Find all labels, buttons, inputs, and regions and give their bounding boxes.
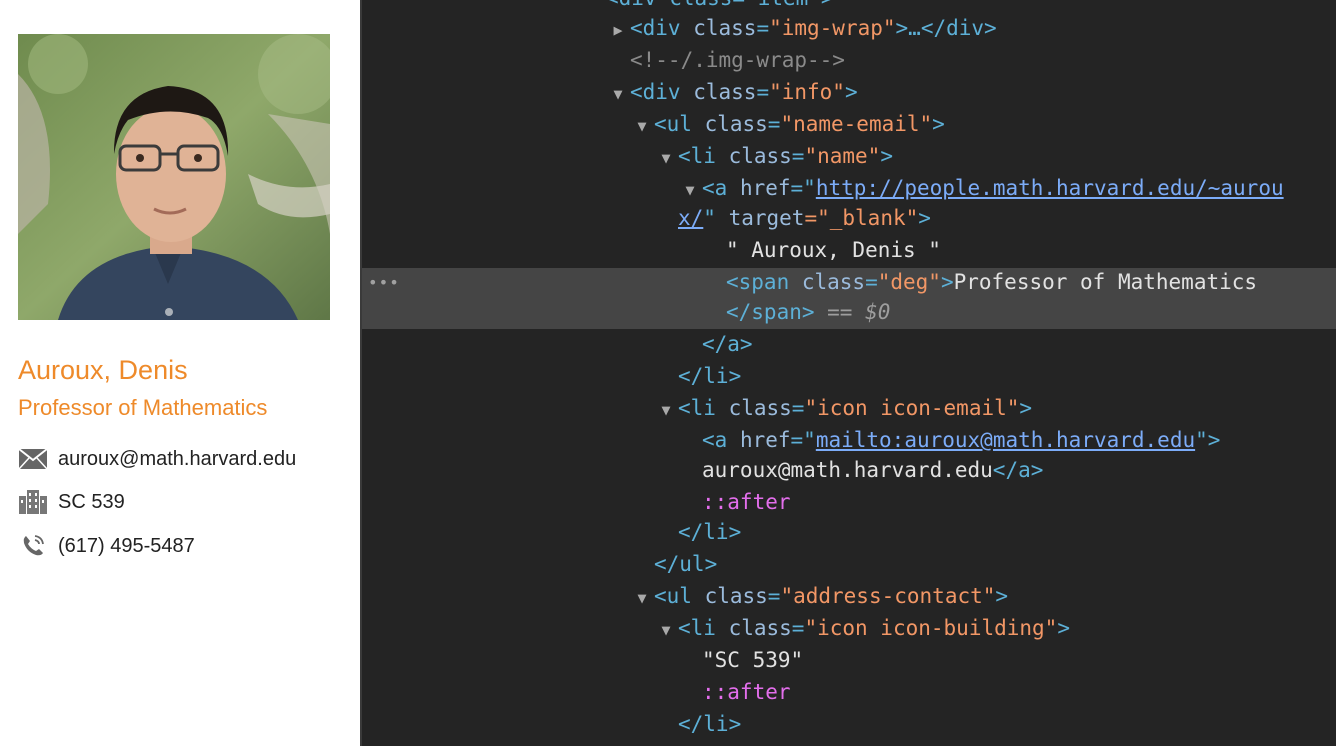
selected-node-marker: == $0	[814, 300, 891, 324]
dom-node-li-close[interactable]: </li>	[678, 709, 1336, 739]
phone-text: (617) 495-5487	[58, 534, 195, 557]
dom-node-a-close[interactable]: </a>	[702, 329, 1336, 359]
email-row: auroux@math.harvard.edu	[18, 445, 296, 473]
dom-text-name[interactable]: " Auroux, Denis "	[726, 235, 1336, 265]
office-text: SC 539	[58, 490, 125, 513]
collapse-arrow-icon[interactable]: ▼	[630, 111, 654, 141]
building-icon	[18, 489, 48, 515]
node-actions-dots[interactable]: •••	[368, 268, 400, 298]
dom-node-img-wrap[interactable]: ▶ <div class="img-wrap">…</div>	[606, 13, 1336, 43]
dom-pseudo-after[interactable]: ::after	[702, 677, 1336, 707]
devtools-elements-panel[interactable]: ••• <div class="item"> ▶<div class="img-…	[360, 0, 1336, 746]
envelope-icon	[18, 446, 48, 472]
dom-text-email[interactable]: auroux@math.harvard.edu</a>	[702, 455, 1336, 485]
dom-node-li-name[interactable]: ▼ <li class="name">	[654, 141, 1336, 171]
href-link[interactable]: http://people.math.harvard.edu/~aurou	[816, 176, 1284, 200]
dom-node-li-building[interactable]: ▼ <li class="icon icon-building">	[654, 613, 1336, 643]
collapse-arrow-icon[interactable]: ▼	[630, 583, 654, 613]
dom-node-item[interactable]: <div class="item">	[606, 0, 1336, 13]
dom-pseudo-after[interactable]: ::after	[702, 487, 1336, 517]
dom-node-info[interactable]: ▼ <div class="info">	[606, 77, 1336, 107]
collapse-arrow-icon[interactable]: ▼	[654, 143, 678, 173]
collapse-arrow-icon[interactable]: ▼	[654, 615, 678, 645]
collapse-arrow-icon[interactable]: ▼	[654, 395, 678, 425]
dom-node-span-close[interactable]: </span> == $0	[726, 297, 1336, 327]
office-row: SC 539	[18, 488, 125, 516]
dom-node-a-name[interactable]: ▼ <a href="http://people.math.harvard.edu…	[678, 173, 1336, 203]
dom-node-span-deg[interactable]: <span class="deg">Professor of Mathemati…	[726, 267, 1336, 297]
portrait-image	[18, 34, 330, 320]
phone-row: (617) 495-5487	[18, 532, 195, 560]
dom-node-name-email[interactable]: ▼ <ul class="name-email">	[630, 109, 1336, 139]
dom-node-a-name-cont[interactable]: x/" target="_blank">	[678, 203, 1336, 233]
mailto-link[interactable]: mailto:auroux@math.harvard.edu	[816, 428, 1195, 452]
collapse-arrow-icon[interactable]: ▼	[678, 175, 702, 205]
collapse-arrow-icon[interactable]: ▼	[606, 79, 630, 109]
href-link-cont[interactable]: x/	[678, 206, 703, 230]
person-title: Professor of Mathematics	[18, 395, 268, 420]
dom-node-li-email[interactable]: ▼ <li class="icon icon-email">	[654, 393, 1336, 423]
expand-arrow-icon[interactable]: ▶	[606, 15, 630, 45]
profile-photo	[18, 34, 330, 320]
dom-comment[interactable]: <!--/.img-wrap-->	[630, 45, 1336, 75]
phone-icon	[18, 533, 48, 559]
dom-node-li-close[interactable]: </li>	[678, 517, 1336, 547]
dom-node-li-close[interactable]: </li>	[678, 361, 1336, 391]
dom-node-ul-close[interactable]: </ul>	[654, 549, 1336, 579]
profile-card: Auroux, Denis Professor of Mathematics a…	[0, 0, 360, 746]
person-name[interactable]: Auroux, Denis	[18, 355, 188, 386]
dom-node-address-contact[interactable]: ▼ <ul class="address-contact">	[630, 581, 1336, 611]
email-link[interactable]: auroux@math.harvard.edu	[58, 448, 296, 471]
dom-node-a-mailto[interactable]: <a href="mailto:auroux@math.harvard.edu"…	[702, 425, 1336, 455]
dom-text-building[interactable]: "SC 539"	[702, 645, 1336, 675]
